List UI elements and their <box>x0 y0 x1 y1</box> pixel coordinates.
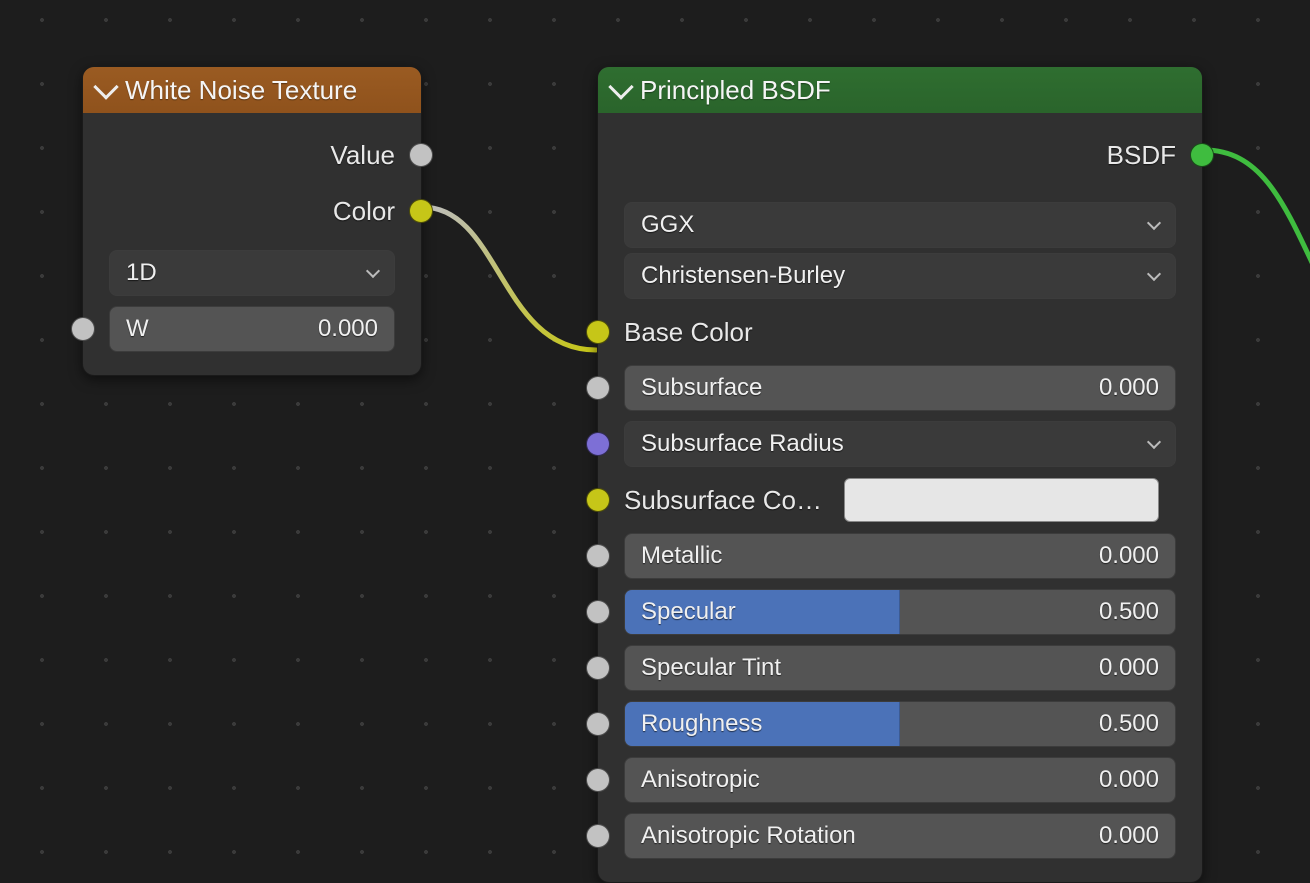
node-white-noise-texture[interactable]: White Noise Texture Value Color 1D W 0.0… <box>82 66 422 376</box>
output-value: Value <box>83 127 421 183</box>
socket-subsurface-radius-input[interactable] <box>586 432 610 456</box>
chevron-down-icon <box>1147 266 1161 280</box>
input-base-color: Base Color <box>598 304 1202 360</box>
node-header[interactable]: Principled BSDF <box>598 67 1202 113</box>
subsurface-color-label: Subsurface Co… <box>624 485 844 516</box>
metallic-slider[interactable]: Metallic 0.000 <box>624 533 1176 579</box>
socket-anisotropic-input[interactable] <box>586 768 610 792</box>
socket-color-output[interactable] <box>409 199 433 223</box>
sss-method-dropdown[interactable]: Christensen-Burley <box>624 253 1176 299</box>
socket-specular-tint-input[interactable] <box>586 656 610 680</box>
socket-roughness-input[interactable] <box>586 712 610 736</box>
chevron-down-icon <box>366 263 380 277</box>
roughness-slider[interactable]: Roughness 0.500 <box>624 701 1176 747</box>
socket-specular-input[interactable] <box>586 600 610 624</box>
socket-base-color-input[interactable] <box>586 320 610 344</box>
socket-anisotropic-rotation-input[interactable] <box>586 824 610 848</box>
distribution-dropdown[interactable]: GGX <box>624 202 1176 248</box>
output-color: Color <box>83 183 421 239</box>
socket-subsurface-color-input[interactable] <box>586 488 610 512</box>
socket-value-output[interactable] <box>409 143 433 167</box>
node-title: Principled BSDF <box>640 75 831 106</box>
subsurface-slider[interactable]: Subsurface 0.000 <box>624 365 1176 411</box>
subsurface-radius-dropdown[interactable]: Subsurface Radius <box>624 421 1176 467</box>
w-slider[interactable]: W 0.000 <box>109 306 395 352</box>
anisotropic-rotation-slider[interactable]: Anisotropic Rotation 0.000 <box>624 813 1176 859</box>
socket-metallic-input[interactable] <box>586 544 610 568</box>
chevron-down-icon <box>1147 434 1161 448</box>
chevron-down-icon <box>93 74 118 99</box>
anisotropic-slider[interactable]: Anisotropic 0.000 <box>624 757 1176 803</box>
node-header[interactable]: White Noise Texture <box>83 67 421 113</box>
socket-w-input[interactable] <box>71 317 95 341</box>
chevron-down-icon <box>608 74 633 99</box>
output-bsdf: BSDF <box>598 127 1202 183</box>
specular-tint-slider[interactable]: Specular Tint 0.000 <box>624 645 1176 691</box>
node-principled-bsdf[interactable]: Principled BSDF BSDF GGX Christensen-Bur… <box>597 66 1203 883</box>
socket-subsurface-input[interactable] <box>586 376 610 400</box>
node-title: White Noise Texture <box>125 75 357 106</box>
chevron-down-icon <box>1147 215 1161 229</box>
socket-bsdf-output[interactable] <box>1190 143 1214 167</box>
dimensions-dropdown[interactable]: 1D <box>109 250 395 296</box>
specular-slider[interactable]: Specular 0.500 <box>624 589 1176 635</box>
subsurface-color-swatch[interactable] <box>844 478 1159 522</box>
